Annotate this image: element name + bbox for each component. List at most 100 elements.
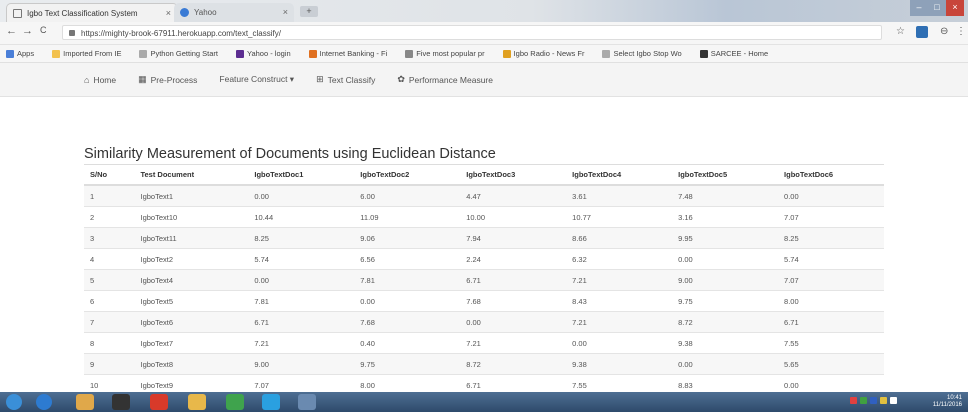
grid-icon: ▦ — [138, 74, 147, 84]
tab-yahoo[interactable]: Yahoo × — [174, 3, 294, 22]
nav-pre-process[interactable]: ▦ Pre-Process — [138, 74, 197, 85]
nav-text-classify[interactable]: ⊞ Text Classify — [316, 74, 375, 85]
bookmark-star-icon[interactable]: ☆ — [896, 26, 905, 37]
table-row: 3 IgboText11 8.25 9.06 7.94 8.66 9.95 8.25 — [84, 227, 884, 249]
start-icon[interactable] — [6, 394, 22, 410]
table-header-row: S/No Test Document IgboTextDoc1 IgboTextDoc… — [84, 164, 884, 186]
bookmark-icon — [52, 49, 61, 58]
bookmark-icon — [236, 49, 245, 58]
forward-button[interactable]: → — [22, 25, 33, 37]
table-cell: 0.00 — [460, 311, 567, 333]
minimize-button[interactable]: – — [910, 0, 928, 16]
profile-icon[interactable]: ⊖ — [940, 26, 948, 37]
table-cell: IgboText5 — [134, 290, 249, 312]
table-row: 8 IgboText7 7.21 0.40 7.21 0.00 9.38 7.55 — [84, 332, 884, 354]
browser-toolbar: ← → C https://mighty-brook-67911.herokua… — [0, 22, 968, 45]
table-cell: 2 — [84, 206, 135, 228]
maximize-button[interactable]: □ — [928, 0, 946, 16]
bookmark-label: Apps — [17, 49, 35, 58]
bookmark-icon — [139, 49, 148, 58]
table-row: 5 IgboText4 0.00 7.81 6.71 7.21 9.00 7.07 — [84, 269, 884, 291]
table-cell: 7.81 — [354, 269, 461, 291]
tab-igbo-text-classification[interactable]: Igbo Text Classification System × — [6, 3, 178, 22]
table-cell: 9.06 — [354, 227, 461, 249]
close-tab-icon[interactable]: × — [166, 4, 171, 22]
table-cell: 8.72 — [672, 311, 779, 333]
bookmark-label: Yahoo - login — [247, 49, 291, 58]
table-cell: 7.68 — [460, 290, 567, 312]
table-cell: 5 — [84, 269, 135, 291]
bookmark-item[interactable]: Apps — [0, 49, 34, 58]
table-row: 7 IgboText6 6.71 7.68 0.00 7.21 8.72 6.71 — [84, 311, 884, 333]
table-cell: 7.68 — [354, 311, 461, 333]
nav-feature-construct[interactable]: Feature Construct ▾ — [219, 74, 294, 85]
table-cell: 7.07 — [778, 269, 884, 291]
nav-performance-measure[interactable]: ✿ Performance Measure — [397, 74, 493, 85]
bookmark-item[interactable]: Igbo Radio - News Fr — [497, 49, 584, 58]
tray-icon[interactable] — [890, 397, 897, 404]
column-header: IgboTextDoc2 — [354, 164, 461, 186]
bookmark-label: Internet Banking - Fi — [319, 49, 388, 58]
app-navbar: ⌂ Home ▦ Pre-Process Feature Construct ▾ ⊞ Tex… — [0, 63, 968, 97]
table-cell: 8 — [84, 332, 135, 354]
table-cell: 8.43 — [566, 290, 673, 312]
table-cell: 8.25 — [778, 227, 884, 249]
extension-icon[interactable] — [916, 26, 928, 38]
new-tab-button[interactable]: + — [300, 6, 318, 17]
similarity-table: S/No Test Document IgboTextDoc1 IgboTextDoc… — [84, 164, 884, 395]
close-window-button[interactable]: × — [946, 0, 964, 16]
chrome-icon[interactable] — [226, 394, 244, 410]
table-cell: 6.56 — [354, 248, 461, 270]
table-cell: 0.00 — [672, 353, 779, 375]
table-cell: 9.00 — [248, 353, 355, 375]
table-cell: 9.75 — [354, 353, 461, 375]
window-controls: – □ × — [910, 0, 964, 16]
reload-button[interactable]: C — [40, 25, 47, 35]
lock-icon — [69, 30, 75, 36]
table-cell: 7.21 — [566, 311, 673, 333]
close-tab-icon[interactable]: × — [283, 3, 288, 22]
table-cell: IgboText6 — [134, 311, 249, 333]
tray-icon[interactable] — [880, 397, 887, 404]
table-cell: 10.44 — [248, 206, 355, 228]
tray-icon[interactable] — [850, 397, 857, 404]
table-cell: 6 — [84, 290, 135, 312]
tab-title: Igbo Text Classification System — [27, 9, 138, 18]
bookmark-label: Select Igbo Stop Wo — [613, 49, 682, 58]
table-cell: 6.71 — [778, 311, 884, 333]
bookmark-item[interactable]: Five most popular pr — [399, 49, 485, 58]
skype-icon[interactable] — [262, 394, 280, 410]
clock[interactable]: 10:41 11/11/2016 — [933, 395, 962, 409]
tray-icon[interactable] — [870, 397, 877, 404]
table-cell: 7.21 — [460, 332, 567, 354]
back-button[interactable]: ← — [6, 25, 17, 37]
table-row: 1 IgboText1 0.00 6.00 4.47 3.61 7.48 0.00 — [84, 184, 884, 207]
explorer-icon[interactable] — [76, 394, 94, 410]
bookmark-item[interactable]: Internet Banking - Fi — [303, 49, 388, 58]
bookmark-item[interactable]: Yahoo - login — [230, 49, 291, 58]
bookmark-item[interactable]: SARCEE - Home — [694, 49, 768, 58]
tray-icon[interactable] — [860, 397, 867, 404]
nav-home[interactable]: ⌂ Home — [84, 75, 116, 85]
opera-icon[interactable] — [150, 394, 168, 410]
table-cell: 5.74 — [248, 248, 355, 270]
folder-icon[interactable] — [188, 394, 206, 410]
table-cell: 9.00 — [672, 269, 779, 291]
table-cell: IgboText4 — [134, 269, 249, 291]
bookmark-item[interactable]: Python Getting Start — [133, 49, 218, 58]
browser-menu-icon[interactable]: ⋮ — [956, 26, 966, 37]
table-cell: 0.00 — [248, 184, 355, 207]
nav-label: Text Classify — [327, 74, 376, 85]
table-cell: 6.32 — [566, 248, 673, 270]
text-classify-icon: ⊞ — [316, 74, 324, 84]
ie-icon[interactable] — [36, 394, 52, 410]
address-bar[interactable]: https://mighty-brook-67911.herokuapp.com… — [62, 25, 882, 40]
media-icon[interactable] — [112, 394, 130, 410]
app-icon[interactable] — [298, 394, 316, 410]
table-cell: 0.00 — [778, 184, 884, 207]
table-cell: 2.24 — [460, 248, 567, 270]
table-cell: 7.55 — [778, 332, 884, 354]
bookmark-item[interactable]: Imported From IE — [46, 49, 121, 58]
bookmark-item[interactable]: Select Igbo Stop Wo — [596, 49, 682, 58]
tab-title: Yahoo — [194, 8, 217, 17]
